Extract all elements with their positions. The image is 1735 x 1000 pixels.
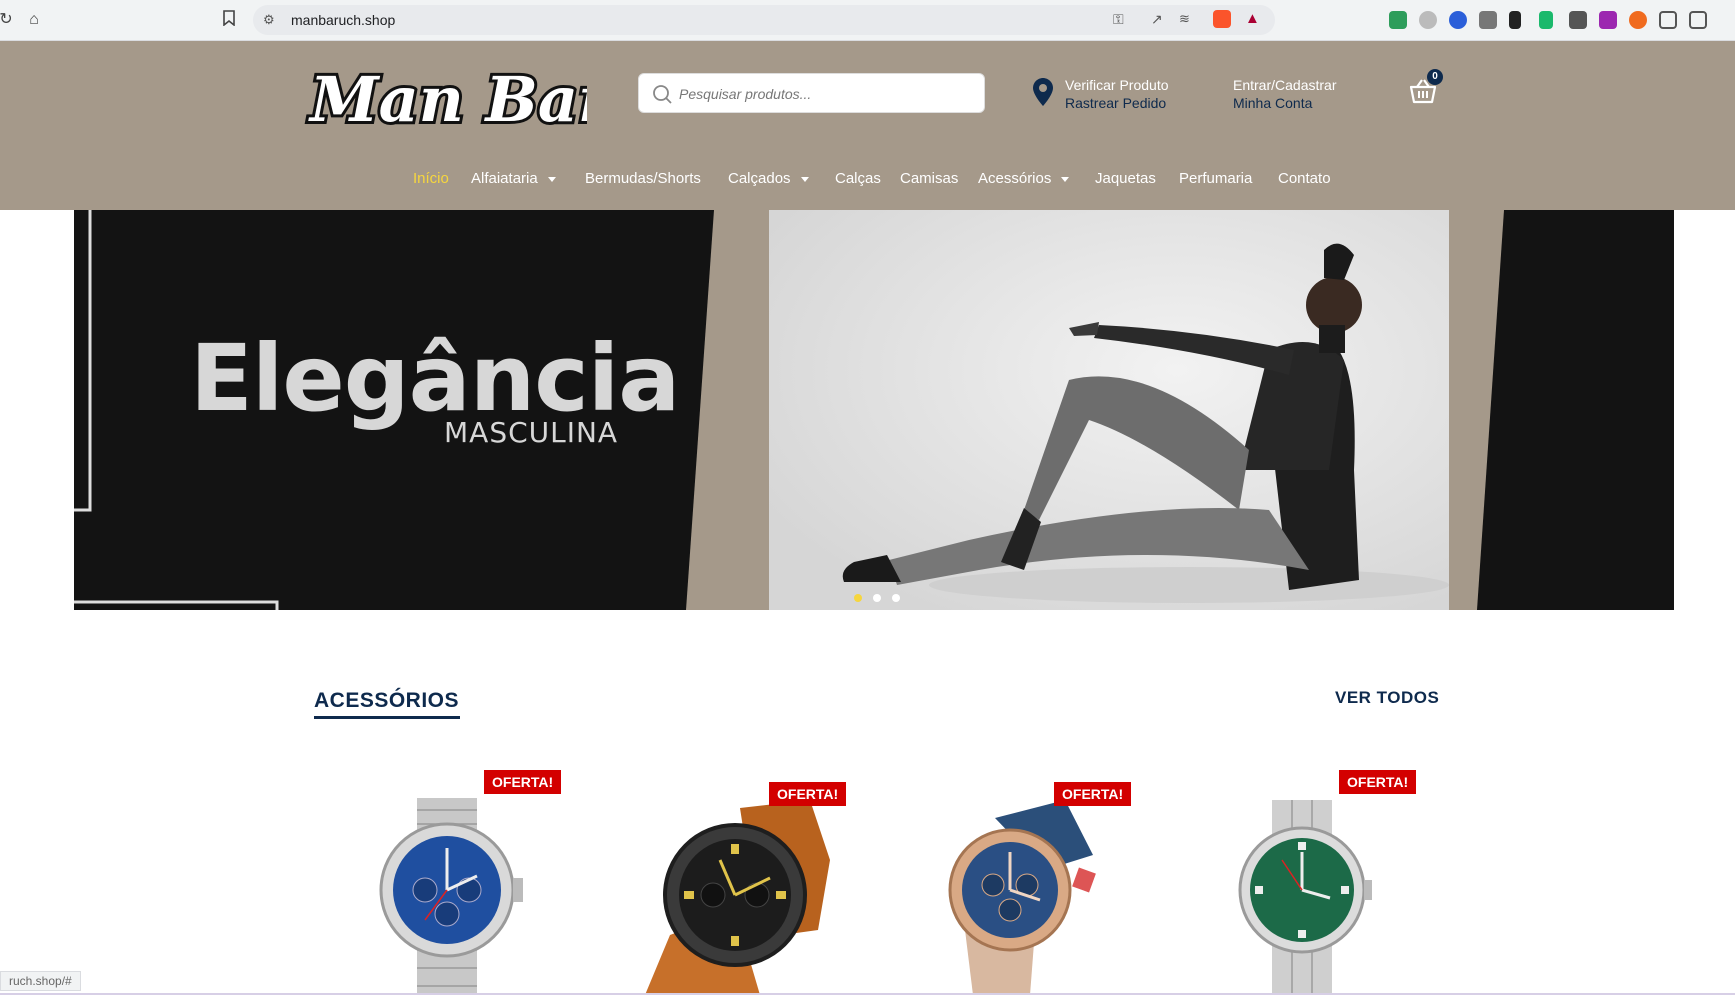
sale-badge: OFERTA! bbox=[1339, 770, 1417, 794]
product-card[interactable]: OFERTA! bbox=[925, 760, 1145, 995]
login-register-link[interactable]: Entrar/Cadastrar bbox=[1233, 76, 1336, 94]
nav-item-calcas[interactable]: Calças bbox=[835, 168, 881, 190]
url-text: manbaruch.shop bbox=[291, 12, 396, 28]
extension-icon[interactable] bbox=[1449, 11, 1467, 29]
sidebar-icon[interactable] bbox=[1689, 11, 1707, 29]
dropdown-caret-icon bbox=[800, 176, 809, 182]
nav-item-bermudas-shorts[interactable]: Bermudas/Shorts bbox=[585, 168, 701, 190]
nav-item-contato[interactable]: Contato bbox=[1278, 168, 1331, 190]
order-links: Verificar Produto Rastrear Pedido bbox=[1065, 76, 1169, 112]
nav-item-inicio[interactable]: Início bbox=[413, 168, 449, 190]
nav-item-acessorios[interactable]: Acessórios bbox=[978, 168, 1070, 190]
verify-product-link[interactable]: Verificar Produto bbox=[1065, 76, 1169, 94]
product-card[interactable]: OFERTA! bbox=[1210, 760, 1430, 995]
product-search[interactable] bbox=[638, 73, 985, 113]
status-url: ruch.shop/# bbox=[0, 971, 81, 991]
hero-subtitle: MASCULINA bbox=[444, 416, 619, 449]
cart-count-badge: 0 bbox=[1427, 69, 1443, 85]
slider-dot-1[interactable] bbox=[854, 594, 862, 602]
watch-image bbox=[379, 798, 523, 995]
site-header: Man Baruch Man Baruch Verificar Produto … bbox=[0, 41, 1735, 210]
browser-toolbar: ↻ ⌂ ⚙ manbaruch.shop ⚿ ↗ ≋ ▲ bbox=[0, 0, 1735, 41]
reload-icon[interactable]: ↻ bbox=[0, 10, 16, 30]
share-icon[interactable]: ↗ bbox=[1151, 11, 1163, 28]
logo-text: Man Baruch bbox=[308, 63, 587, 136]
address-bar[interactable]: ⚙ manbaruch.shop ⚿ ↗ ≋ ▲ bbox=[253, 5, 1275, 35]
extension-icon[interactable] bbox=[1629, 11, 1647, 29]
watch-image bbox=[1238, 800, 1372, 995]
slider-dot-3[interactable] bbox=[892, 594, 900, 602]
nav-item-perfumaria[interactable]: Perfumaria bbox=[1179, 168, 1252, 190]
brave-rewards-icon[interactable]: ▲ bbox=[1245, 10, 1260, 27]
section-title-underline bbox=[314, 716, 460, 719]
extension-icon[interactable] bbox=[1569, 11, 1587, 29]
search-input[interactable] bbox=[679, 83, 969, 105]
extensions-puzzle-icon[interactable] bbox=[1659, 11, 1677, 29]
download-extension-icon[interactable] bbox=[1599, 11, 1617, 29]
site-logo[interactable]: Man Baruch Man Baruch bbox=[302, 49, 742, 141]
main-nav: Início Alfaiataria Bermudas/Shorts Calça… bbox=[0, 168, 1735, 192]
nav-item-alfaiataria[interactable]: Alfaiataria bbox=[471, 168, 556, 190]
view-all-link[interactable]: VER TODOS bbox=[1335, 688, 1439, 708]
search-icon bbox=[653, 85, 672, 104]
eyedropper-extension-icon[interactable] bbox=[1509, 11, 1521, 29]
password-key-icon[interactable]: ⚿ bbox=[1113, 11, 1124, 28]
brave-shield-icon[interactable] bbox=[1213, 10, 1231, 28]
product-card[interactable]: OFERTA! bbox=[355, 760, 575, 995]
translate-extension-icon[interactable] bbox=[1389, 11, 1407, 29]
site-settings-icon[interactable]: ⚙ bbox=[263, 12, 275, 28]
nav-item-calcados[interactable]: Calçados bbox=[728, 168, 809, 190]
location-pin-icon bbox=[1033, 78, 1053, 106]
track-order-link[interactable]: Rastrear Pedido bbox=[1065, 94, 1169, 112]
hero-slider[interactable]: Elegância MASCULINA bbox=[74, 210, 1674, 610]
nav-item-jaquetas[interactable]: Jaquetas bbox=[1095, 168, 1156, 190]
nav-item-camisas[interactable]: Camisas bbox=[900, 168, 958, 190]
my-account-link[interactable]: Minha Conta bbox=[1233, 94, 1336, 112]
section-title: ACESSÓRIOS bbox=[314, 689, 460, 712]
extension-icon[interactable] bbox=[1419, 11, 1437, 29]
hero-model-photo bbox=[769, 210, 1449, 610]
sale-badge: OFERTA! bbox=[1054, 782, 1132, 806]
product-card[interactable]: OFERTA! bbox=[640, 760, 860, 995]
rss-icon[interactable]: ≋ bbox=[1179, 11, 1190, 27]
sale-badge: OFERTA! bbox=[484, 770, 562, 794]
dropdown-caret-icon bbox=[1061, 176, 1070, 182]
dropdown-caret-icon bbox=[547, 176, 556, 182]
extension-icon[interactable] bbox=[1539, 11, 1553, 29]
slider-dot-2[interactable] bbox=[873, 594, 881, 602]
sale-badge: OFERTA! bbox=[769, 782, 847, 806]
bookmark-icon[interactable] bbox=[219, 10, 239, 30]
home-icon[interactable]: ⌂ bbox=[24, 10, 44, 30]
account-links: Entrar/Cadastrar Minha Conta bbox=[1233, 76, 1336, 112]
code-extension-icon[interactable] bbox=[1479, 11, 1497, 29]
